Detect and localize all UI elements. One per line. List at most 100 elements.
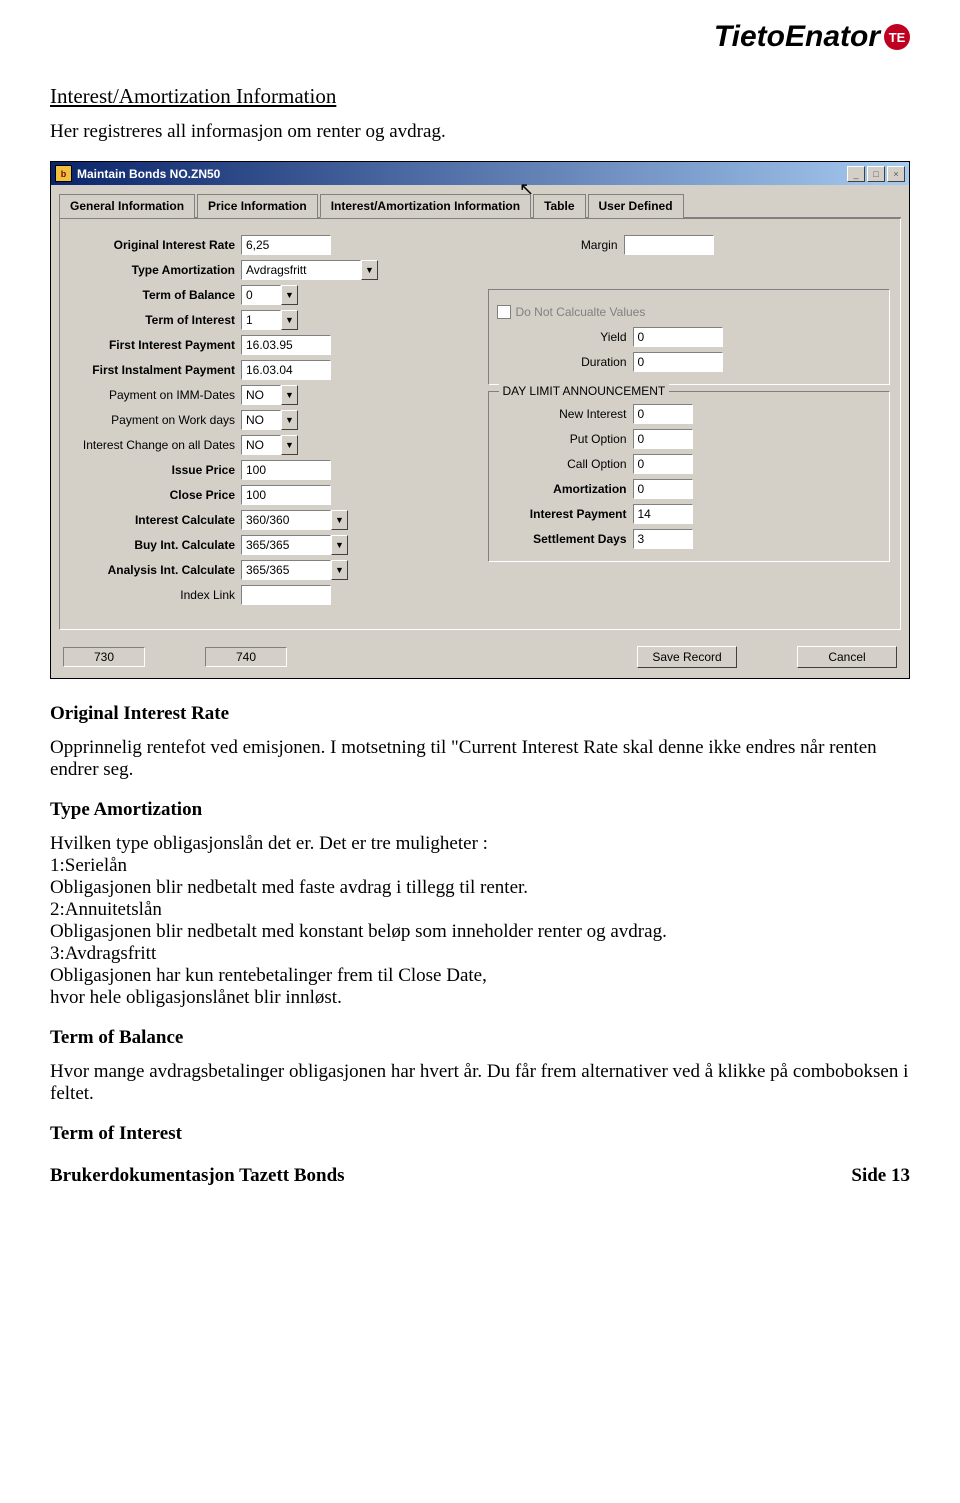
payment-on-work-days-label: Payment on Work days <box>70 413 241 427</box>
app-icon: b <box>55 165 72 182</box>
close-price-label: Close Price <box>70 488 241 502</box>
term-of-balance-body: Hvor mange avdragsbetalinger obligasjone… <box>50 1061 910 1105</box>
interest-calculate-select[interactable]: 360/360 <box>241 510 331 530</box>
app-window: b Maintain Bonds NO.ZN50 _ □ × ↖ General… <box>50 161 910 679</box>
intro-text: Her registreres all informasjon om rente… <box>50 121 910 143</box>
type-amortization-label: Type Amortization <box>70 263 241 277</box>
original-interest-rate-label: Original Interest Rate <box>70 238 241 252</box>
put-option-label: Put Option <box>497 432 633 446</box>
close-price-input[interactable]: 100 <box>241 485 331 505</box>
term-of-interest-heading: Term of Interest <box>50 1123 910 1145</box>
chevron-down-icon[interactable]: ▼ <box>331 535 348 555</box>
margin-label: Margin <box>488 238 624 252</box>
chevron-down-icon[interactable]: ▼ <box>281 435 298 455</box>
interest-payment-label: Interest Payment <box>497 507 633 521</box>
status-730: 730 <box>63 647 145 667</box>
term-of-balance-select[interactable]: 0 <box>241 285 281 305</box>
page-header: TietoEnator TE <box>50 20 910 54</box>
first-interest-payment-input[interactable]: 16.03.95 <box>241 335 331 355</box>
do-not-calculate-label: Do Not Calcualte Values <box>516 305 646 319</box>
term-of-balance-heading: Term of Balance <box>50 1027 910 1049</box>
duration-label: Duration <box>497 355 633 369</box>
save-record-button[interactable]: Save Record <box>637 646 737 668</box>
first-instalment-payment-label: First Instalment Payment <box>70 363 241 377</box>
cancel-button[interactable]: Cancel <box>797 646 897 668</box>
tab-panel: Original Interest Rate6,25 Type Amortiza… <box>59 218 901 630</box>
settlement-days-label: Settlement Days <box>497 532 633 546</box>
chevron-down-icon[interactable]: ▼ <box>331 560 348 580</box>
type-amortization-option3-title: 3:Avdragsfritt <box>50 943 910 965</box>
payment-on-work-days-select[interactable]: NO <box>241 410 281 430</box>
tab-user-defined[interactable]: User Defined <box>588 194 684 218</box>
chevron-down-icon[interactable]: ▼ <box>331 510 348 530</box>
titlebar: b Maintain Bonds NO.ZN50 _ □ × <box>51 162 909 185</box>
original-interest-rate-input[interactable]: 6,25 <box>241 235 331 255</box>
duration-input[interactable]: 0 <box>633 352 723 372</box>
logo-text: TietoEnator <box>714 20 880 54</box>
index-link-input[interactable] <box>241 585 331 605</box>
type-amortization-select[interactable]: Avdragsfritt <box>241 260 361 280</box>
margin-input[interactable] <box>624 235 714 255</box>
interest-payment-input[interactable]: 14 <box>633 504 693 524</box>
do-not-calculate-checkbox <box>497 305 511 319</box>
interest-change-on-all-dates-label: Interest Change on all Dates <box>70 438 241 452</box>
page-footer: Brukerdokumentasjon Tazett Bonds Side 13 <box>50 1165 910 1187</box>
original-interest-rate-body: Opprinnelig rentefot ved emisjonen. I mo… <box>50 737 910 781</box>
calc-values-group: Do Not Calcualte Values Yield0 Duration0 <box>488 289 891 385</box>
tab-table[interactable]: Table <box>533 194 585 218</box>
close-button[interactable]: × <box>887 166 905 182</box>
settlement-days-input[interactable]: 3 <box>633 529 693 549</box>
logo: TietoEnator TE <box>714 20 910 54</box>
tab-price-information[interactable]: Price Information <box>197 194 318 218</box>
tab-general-information[interactable]: General Information <box>59 194 195 218</box>
status-740: 740 <box>205 647 287 667</box>
call-option-label: Call Option <box>497 457 633 471</box>
type-amortization-body-intro: Hvilken type obligasjonslån det er. Det … <box>50 833 910 855</box>
tab-interest-amortization[interactable]: Interest/Amortization Information <box>320 194 531 218</box>
amortization-input[interactable]: 0 <box>633 479 693 499</box>
amortization-label: Amortization <box>497 482 633 496</box>
day-limit-legend: DAY LIMIT ANNOUNCEMENT <box>499 384 670 398</box>
button-bar: 730 740 Save Record Cancel <box>51 638 909 678</box>
buy-int-calculate-select[interactable]: 365/365 <box>241 535 331 555</box>
interest-calculate-label: Interest Calculate <box>70 513 241 527</box>
analysis-int-calculate-select[interactable]: 365/365 <box>241 560 331 580</box>
chevron-down-icon[interactable]: ▼ <box>281 285 298 305</box>
new-interest-label: New Interest <box>497 407 633 421</box>
analysis-int-calculate-label: Analysis Int. Calculate <box>70 563 241 577</box>
minimize-button[interactable]: _ <box>847 166 865 182</box>
chevron-down-icon[interactable]: ▼ <box>281 310 298 330</box>
tab-strip: ↖ General Information Price Information … <box>59 193 901 218</box>
term-of-interest-label: Term of Interest <box>70 313 241 327</box>
type-amortization-option2-body: Obligasjonen blir nedbetalt med konstant… <box>50 921 910 943</box>
first-interest-payment-label: First Interest Payment <box>70 338 241 352</box>
type-amortization-option3-body1: Obligasjonen har kun rentebetalinger fre… <box>50 965 910 987</box>
type-amortization-heading: Type Amortization <box>50 799 910 821</box>
yield-input[interactable]: 0 <box>633 327 723 347</box>
first-instalment-payment-input[interactable]: 16.03.04 <box>241 360 331 380</box>
type-amortization-option1-title: 1:Serielån <box>50 855 910 877</box>
day-limit-group: DAY LIMIT ANNOUNCEMENT New Interest0 Put… <box>488 391 891 562</box>
type-amortization-option1-body: Obligasjonen blir nedbetalt med faste av… <box>50 877 910 899</box>
term-of-interest-select[interactable]: 1 <box>241 310 281 330</box>
issue-price-input[interactable]: 100 <box>241 460 331 480</box>
term-of-balance-label: Term of Balance <box>70 288 241 302</box>
logo-badge: TE <box>884 24 910 50</box>
interest-change-on-all-dates-select[interactable]: NO <box>241 435 281 455</box>
call-option-input[interactable]: 0 <box>633 454 693 474</box>
chevron-down-icon[interactable]: ▼ <box>281 410 298 430</box>
yield-label: Yield <box>497 330 633 344</box>
payment-on-imm-dates-label: Payment on IMM-Dates <box>70 388 241 402</box>
new-interest-input[interactable]: 0 <box>633 404 693 424</box>
type-amortization-option3-body2: hvor hele obligasjonslånet blir innløst. <box>50 987 910 1009</box>
index-link-label: Index Link <box>70 588 241 602</box>
window-title: Maintain Bonds NO.ZN50 <box>77 167 220 181</box>
put-option-input[interactable]: 0 <box>633 429 693 449</box>
section-heading: Interest/Amortization Information <box>50 84 910 109</box>
original-interest-rate-heading: Original Interest Rate <box>50 703 910 725</box>
footer-right: Side 13 <box>851 1165 910 1187</box>
chevron-down-icon[interactable]: ▼ <box>281 385 298 405</box>
maximize-button[interactable]: □ <box>867 166 885 182</box>
chevron-down-icon[interactable]: ▼ <box>361 260 378 280</box>
payment-on-imm-dates-select[interactable]: NO <box>241 385 281 405</box>
